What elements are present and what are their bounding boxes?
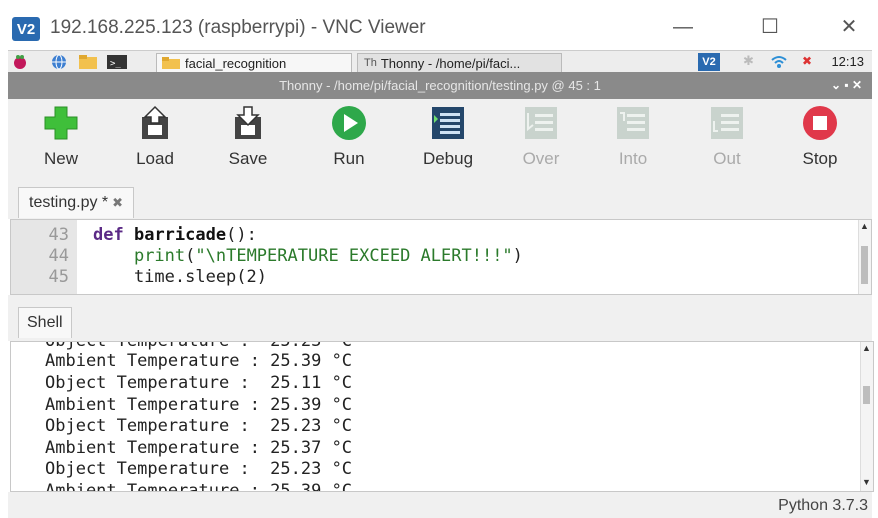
close-tab-icon[interactable]: ✖ (112, 195, 123, 211)
minimize-button[interactable]: — (668, 14, 698, 40)
editor-tab-bar: testing.py * ✖ (8, 183, 872, 219)
shell-line: Object Temperature : 25.11 °C (45, 373, 353, 393)
close-button[interactable]: ✕ (834, 14, 864, 40)
debug-button[interactable]: Debug (413, 99, 483, 183)
tab-testing-py[interactable]: testing.py * ✖ (18, 187, 135, 218)
status-bar: Python 3.7.3 (8, 492, 872, 518)
tab-shell[interactable]: Shell (18, 307, 72, 338)
step-out-button[interactable]: Out (692, 99, 762, 183)
line-number: 44 (48, 246, 69, 266)
clock: 12:13 (831, 54, 864, 69)
vnc-tray-icon[interactable]: V2 (698, 53, 720, 71)
shell-line: Ambient Temperature : 25.39 °C (45, 395, 353, 415)
taskbar-item-thonny[interactable]: Th Thonny - /home/pi/faci... (357, 53, 562, 73)
line-number: 43 (48, 225, 69, 245)
folder-icon (162, 57, 180, 69)
stop-icon (803, 106, 837, 140)
shell-output[interactable]: Object Temperature : 25.23 °C Ambient Te… (10, 341, 874, 492)
step-into-button[interactable]: Into (598, 99, 668, 183)
new-label: New (43, 149, 78, 168)
shell-scrollbar[interactable]: ▲ ▼ (860, 342, 873, 491)
step-over-label: Over (522, 149, 560, 168)
load-label: Load (136, 149, 174, 168)
builtin-call: print (133, 246, 186, 266)
new-button[interactable]: New (26, 99, 96, 183)
run-label: Run (333, 149, 365, 168)
shell-line: Ambient Temperature : 25.39 °C (45, 481, 353, 492)
line-number: 45 (48, 267, 69, 287)
load-icon (142, 105, 168, 139)
scroll-up-icon[interactable]: ▲ (860, 221, 869, 231)
thonny-app-icon: Th (364, 57, 377, 69)
taskbar-item-folder[interactable]: facial_recognition (156, 53, 352, 73)
function-name: barricade (133, 225, 227, 245)
toolbar: New Load Save Run Debug Over Into Out St… (8, 99, 872, 183)
keyword: def (93, 225, 124, 245)
window-title: 192.168.225.123 (raspberrypi) - VNC View… (50, 17, 426, 38)
debug-icon (432, 107, 464, 139)
code-line: def barricade(): (93, 225, 257, 245)
run-icon (332, 106, 366, 140)
code-text: ( (185, 246, 196, 266)
step-out-icon (711, 107, 743, 139)
shell-line: Object Temperature : 25.23 °C (45, 341, 353, 351)
scroll-thumb[interactable] (863, 386, 870, 404)
step-into-label: Into (618, 149, 648, 168)
string-literal: "\nTEMPERATURE EXCEED ALERT!!!" (195, 246, 513, 266)
shell-line: Ambient Temperature : 25.39 °C (45, 351, 353, 371)
svg-text:>_: >_ (110, 59, 121, 69)
step-over-button[interactable]: Over (506, 99, 576, 183)
debug-label: Debug (422, 149, 474, 168)
stop-button[interactable]: Stop (785, 99, 855, 183)
thonny-title-bar: Thonny - /home/pi/facial_recognition/tes… (8, 72, 872, 99)
vnc-title-bar: V2 192.168.225.123 (raspberrypi) - VNC V… (0, 0, 878, 50)
taskbar-item-label: Thonny - /home/pi/faci... (380, 55, 521, 71)
scroll-down-icon[interactable]: ▼ (862, 477, 871, 487)
code-editor[interactable]: 43 44 45 def barricade(): print("\nTEMPE… (10, 219, 872, 295)
desktop-panel: >_ facial_recognition Th Thonny - /home/… (8, 50, 872, 73)
terminal-icon[interactable]: >_ (106, 54, 128, 70)
stop-label: Stop (802, 149, 838, 168)
scroll-up-icon[interactable]: ▲ (862, 343, 871, 353)
code-text: (): (226, 225, 257, 245)
volume-muted-icon[interactable]: ✖ (802, 54, 812, 68)
file-manager-icon[interactable] (78, 54, 98, 70)
run-button[interactable]: Run (314, 99, 384, 183)
shell-line: Ambient Temperature : 25.37 °C (45, 438, 353, 458)
globe-icon[interactable] (50, 54, 68, 70)
maximize-button[interactable]: ☐ (755, 14, 785, 40)
scroll-thumb[interactable] (861, 246, 868, 284)
vnc-logo-icon: V2 (12, 17, 40, 41)
code-line: print("\nTEMPERATURE EXCEED ALERT!!!") (93, 246, 523, 266)
raspberry-menu-icon[interactable] (12, 54, 28, 70)
taskbar-item-label: facial_recognition (185, 55, 287, 71)
plus-icon (44, 106, 78, 140)
wifi-icon[interactable] (770, 54, 788, 70)
step-into-icon (617, 107, 649, 139)
code-line: time.sleep(2) (93, 267, 267, 287)
save-icon (235, 106, 261, 139)
line-number-gutter: 43 44 45 (11, 220, 77, 294)
save-label: Save (228, 149, 268, 168)
shell-line: Object Temperature : 25.23 °C (45, 416, 353, 436)
python-version-label[interactable]: Python 3.7.3 (778, 497, 868, 515)
shell-tab-bar: Shell (8, 295, 872, 341)
shell-line: Object Temperature : 25.23 °C (45, 459, 353, 479)
code-text: ) (512, 246, 523, 266)
bluetooth-icon[interactable]: ✱ (743, 53, 754, 69)
thonny-window-controls[interactable]: ⌄ ▪ ✕ (831, 72, 862, 99)
load-button[interactable]: Load (120, 99, 190, 183)
thonny-window-title: Thonny - /home/pi/facial_recognition/tes… (279, 78, 601, 93)
save-button[interactable]: Save (213, 99, 283, 183)
step-out-label: Out (713, 149, 741, 168)
step-over-icon (525, 107, 557, 139)
tab-label: testing.py * (29, 194, 109, 211)
editor-scrollbar[interactable]: ▲ (858, 220, 871, 294)
